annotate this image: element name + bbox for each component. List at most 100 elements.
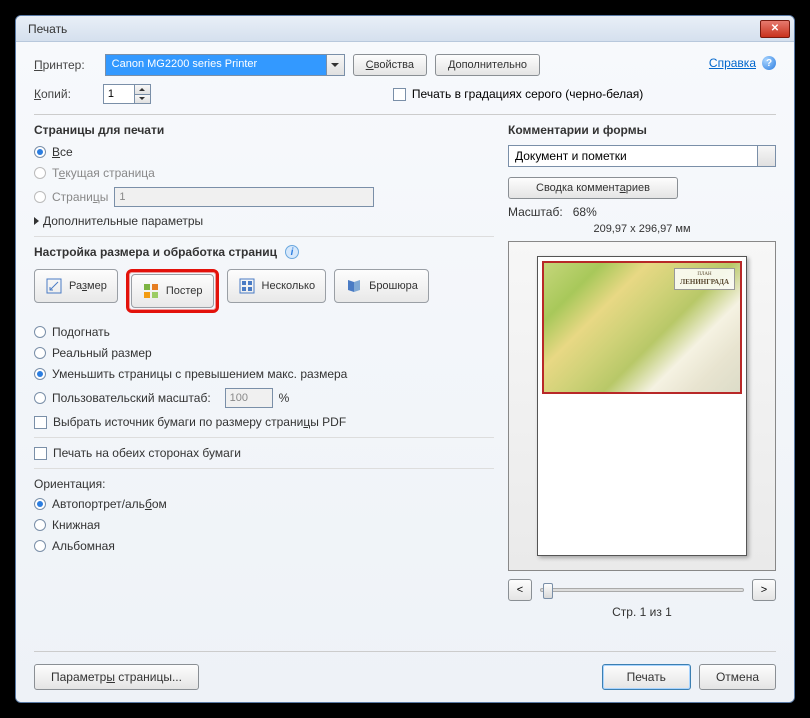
sizing-header: Настройка размера и обработка страниц i: [34, 245, 494, 259]
pages-more-label: Дополнительные параметры: [43, 214, 203, 228]
duplex-option[interactable]: Печать на обеих сторонах бумаги: [34, 446, 494, 460]
grayscale-option: Печать в градациях серого (черно-белая): [393, 87, 643, 101]
close-button[interactable]: ✕: [760, 20, 790, 38]
orientation-landscape-label: Альбомная: [52, 539, 115, 553]
radio-current[interactable]: [34, 167, 46, 179]
custom-scale-option[interactable]: Пользовательский масштаб: %: [34, 388, 494, 408]
pages-more-expander[interactable]: Дополнительные параметры: [34, 214, 494, 228]
scale-label: Масштаб:: [508, 205, 563, 219]
shrink-option[interactable]: Уменьшить страницы с превышением макс. р…: [34, 367, 494, 381]
map-title-stamp: ПЛАН ЛЕНИНГРАДА: [674, 268, 735, 290]
radio-landscape[interactable]: [34, 540, 46, 552]
paper-source-checkbox[interactable]: [34, 416, 47, 429]
advanced-button[interactable]: Дополнительно: [435, 54, 540, 76]
multiple-icon: [238, 277, 256, 295]
radio-auto[interactable]: [34, 498, 46, 510]
comments-title: Комментарии и формы: [508, 123, 776, 137]
help-link[interactable]: Справка: [709, 56, 756, 70]
page-next-button[interactable]: >: [752, 579, 776, 601]
comments-select[interactable]: Документ и пометки: [508, 145, 776, 167]
radio-custom[interactable]: [34, 392, 46, 404]
orientation-auto-option[interactable]: Автопортрет/альбом: [34, 497, 494, 511]
paper-dimensions: 209,97 x 296,97 мм: [508, 223, 776, 235]
copies-down-button[interactable]: [135, 95, 150, 104]
size-icon: [45, 277, 63, 295]
pages-all-label: Все: [52, 145, 73, 159]
pages-range-option[interactable]: Страницы: [34, 187, 494, 207]
custom-scale-input[interactable]: [225, 388, 273, 408]
mode-size-button[interactable]: Размер: [34, 269, 118, 303]
comments-summary-button[interactable]: Сводка комментариев: [508, 177, 678, 199]
copies-input[interactable]: [103, 84, 135, 104]
print-button[interactable]: Печать: [602, 664, 691, 690]
properties-button[interactable]: Свойства: [353, 54, 427, 76]
dialog-content: Принтер: Canon MG2200 series Printer Сво…: [16, 42, 794, 702]
page-slider[interactable]: [540, 588, 744, 592]
printer-label: Принтер:: [34, 58, 85, 72]
scale-value: 68%: [573, 205, 597, 219]
poster-icon: [142, 282, 160, 300]
titlebar: Печать ✕: [16, 16, 794, 42]
help-wrap: Справка ?: [709, 56, 776, 70]
radio-portrait[interactable]: [34, 519, 46, 531]
radio-actual[interactable]: [34, 347, 46, 359]
footer: Параметры страницы... Печать Отмена: [34, 651, 776, 690]
grayscale-label: Печать в градациях серого (черно-белая): [412, 87, 643, 101]
info-icon[interactable]: i: [285, 245, 299, 259]
mode-poster-label: Постер: [166, 285, 203, 297]
duplex-checkbox[interactable]: [34, 447, 47, 460]
grayscale-checkbox[interactable]: [393, 88, 406, 101]
paper-source-option[interactable]: Выбрать источник бумаги по размеру стран…: [34, 415, 494, 429]
copies-label: Копий:: [34, 87, 71, 101]
mode-size-label: Размер: [69, 280, 107, 292]
help-icon[interactable]: ?: [762, 56, 776, 70]
dropdown-arrow-icon: [757, 146, 775, 166]
cancel-button[interactable]: Отмена: [699, 664, 776, 690]
shrink-label: Уменьшить страницы с превышением макс. р…: [52, 367, 347, 381]
pages-current-label: Текущая страница: [52, 166, 155, 180]
sizing-title: Настройка размера и обработка страниц: [34, 245, 277, 259]
mode-buttons-row: Размер Постер Не: [34, 269, 494, 313]
radio-shrink[interactable]: [34, 368, 46, 380]
booklet-icon: [345, 277, 363, 295]
orientation-title: Ориентация:: [34, 477, 494, 491]
copies-up-button[interactable]: [135, 85, 150, 95]
page-setup-button[interactable]: Параметры страницы...: [34, 664, 199, 690]
fit-label: Подогнать: [52, 325, 110, 339]
orientation-auto-label: Автопортрет/альбом: [52, 497, 167, 511]
pages-range-input[interactable]: [114, 187, 374, 207]
orientation-portrait-label: Книжная: [52, 518, 100, 532]
poster-highlight: Постер: [126, 269, 219, 313]
paper-source-label: Выбрать источник бумаги по размеру стран…: [53, 415, 346, 429]
pages-current-option[interactable]: Текущая страница: [34, 166, 494, 180]
comments-value: Документ и пометки: [515, 149, 627, 163]
dropdown-arrow-icon: [326, 55, 344, 75]
pages-all-option[interactable]: Все: [34, 145, 494, 159]
radio-range[interactable]: [34, 191, 46, 203]
actual-label: Реальный размер: [52, 346, 152, 360]
pages-range-label: Страницы: [52, 190, 108, 204]
slider-thumb[interactable]: [543, 583, 553, 599]
radio-fit[interactable]: [34, 326, 46, 338]
actual-option[interactable]: Реальный размер: [34, 346, 494, 360]
orientation-landscape-option[interactable]: Альбомная: [34, 539, 494, 553]
pager-row: < >: [508, 579, 776, 601]
mode-booklet-button[interactable]: Брошюра: [334, 269, 429, 303]
print-dialog: Печать ✕ Принтер: Canon MG2200 series Pr…: [15, 15, 795, 703]
page-prev-button[interactable]: <: [508, 579, 532, 601]
percent-label: %: [279, 391, 290, 405]
orientation-portrait-option[interactable]: Книжная: [34, 518, 494, 532]
scale-row: Масштаб: 68%: [508, 205, 776, 219]
printer-selected-value: Canon MG2200 series Printer: [106, 55, 326, 75]
radio-all[interactable]: [34, 146, 46, 158]
print-preview: ПЛАН ЛЕНИНГРАДА: [508, 241, 776, 571]
map-preview-image: ПЛАН ЛЕНИНГРАДА: [542, 261, 742, 394]
custom-label: Пользовательский масштаб:: [52, 391, 211, 405]
mode-poster-button[interactable]: Постер: [131, 274, 214, 308]
mode-multiple-button[interactable]: Несколько: [227, 269, 327, 303]
fit-option[interactable]: Подогнать: [34, 325, 494, 339]
map-title-line2: ЛЕНИНГРАДА: [680, 278, 729, 286]
preview-page: ПЛАН ЛЕНИНГРАДА: [537, 256, 747, 556]
printer-select[interactable]: Canon MG2200 series Printer: [105, 54, 345, 76]
left-column: Страницы для печати Все Текущая страница…: [34, 123, 494, 641]
